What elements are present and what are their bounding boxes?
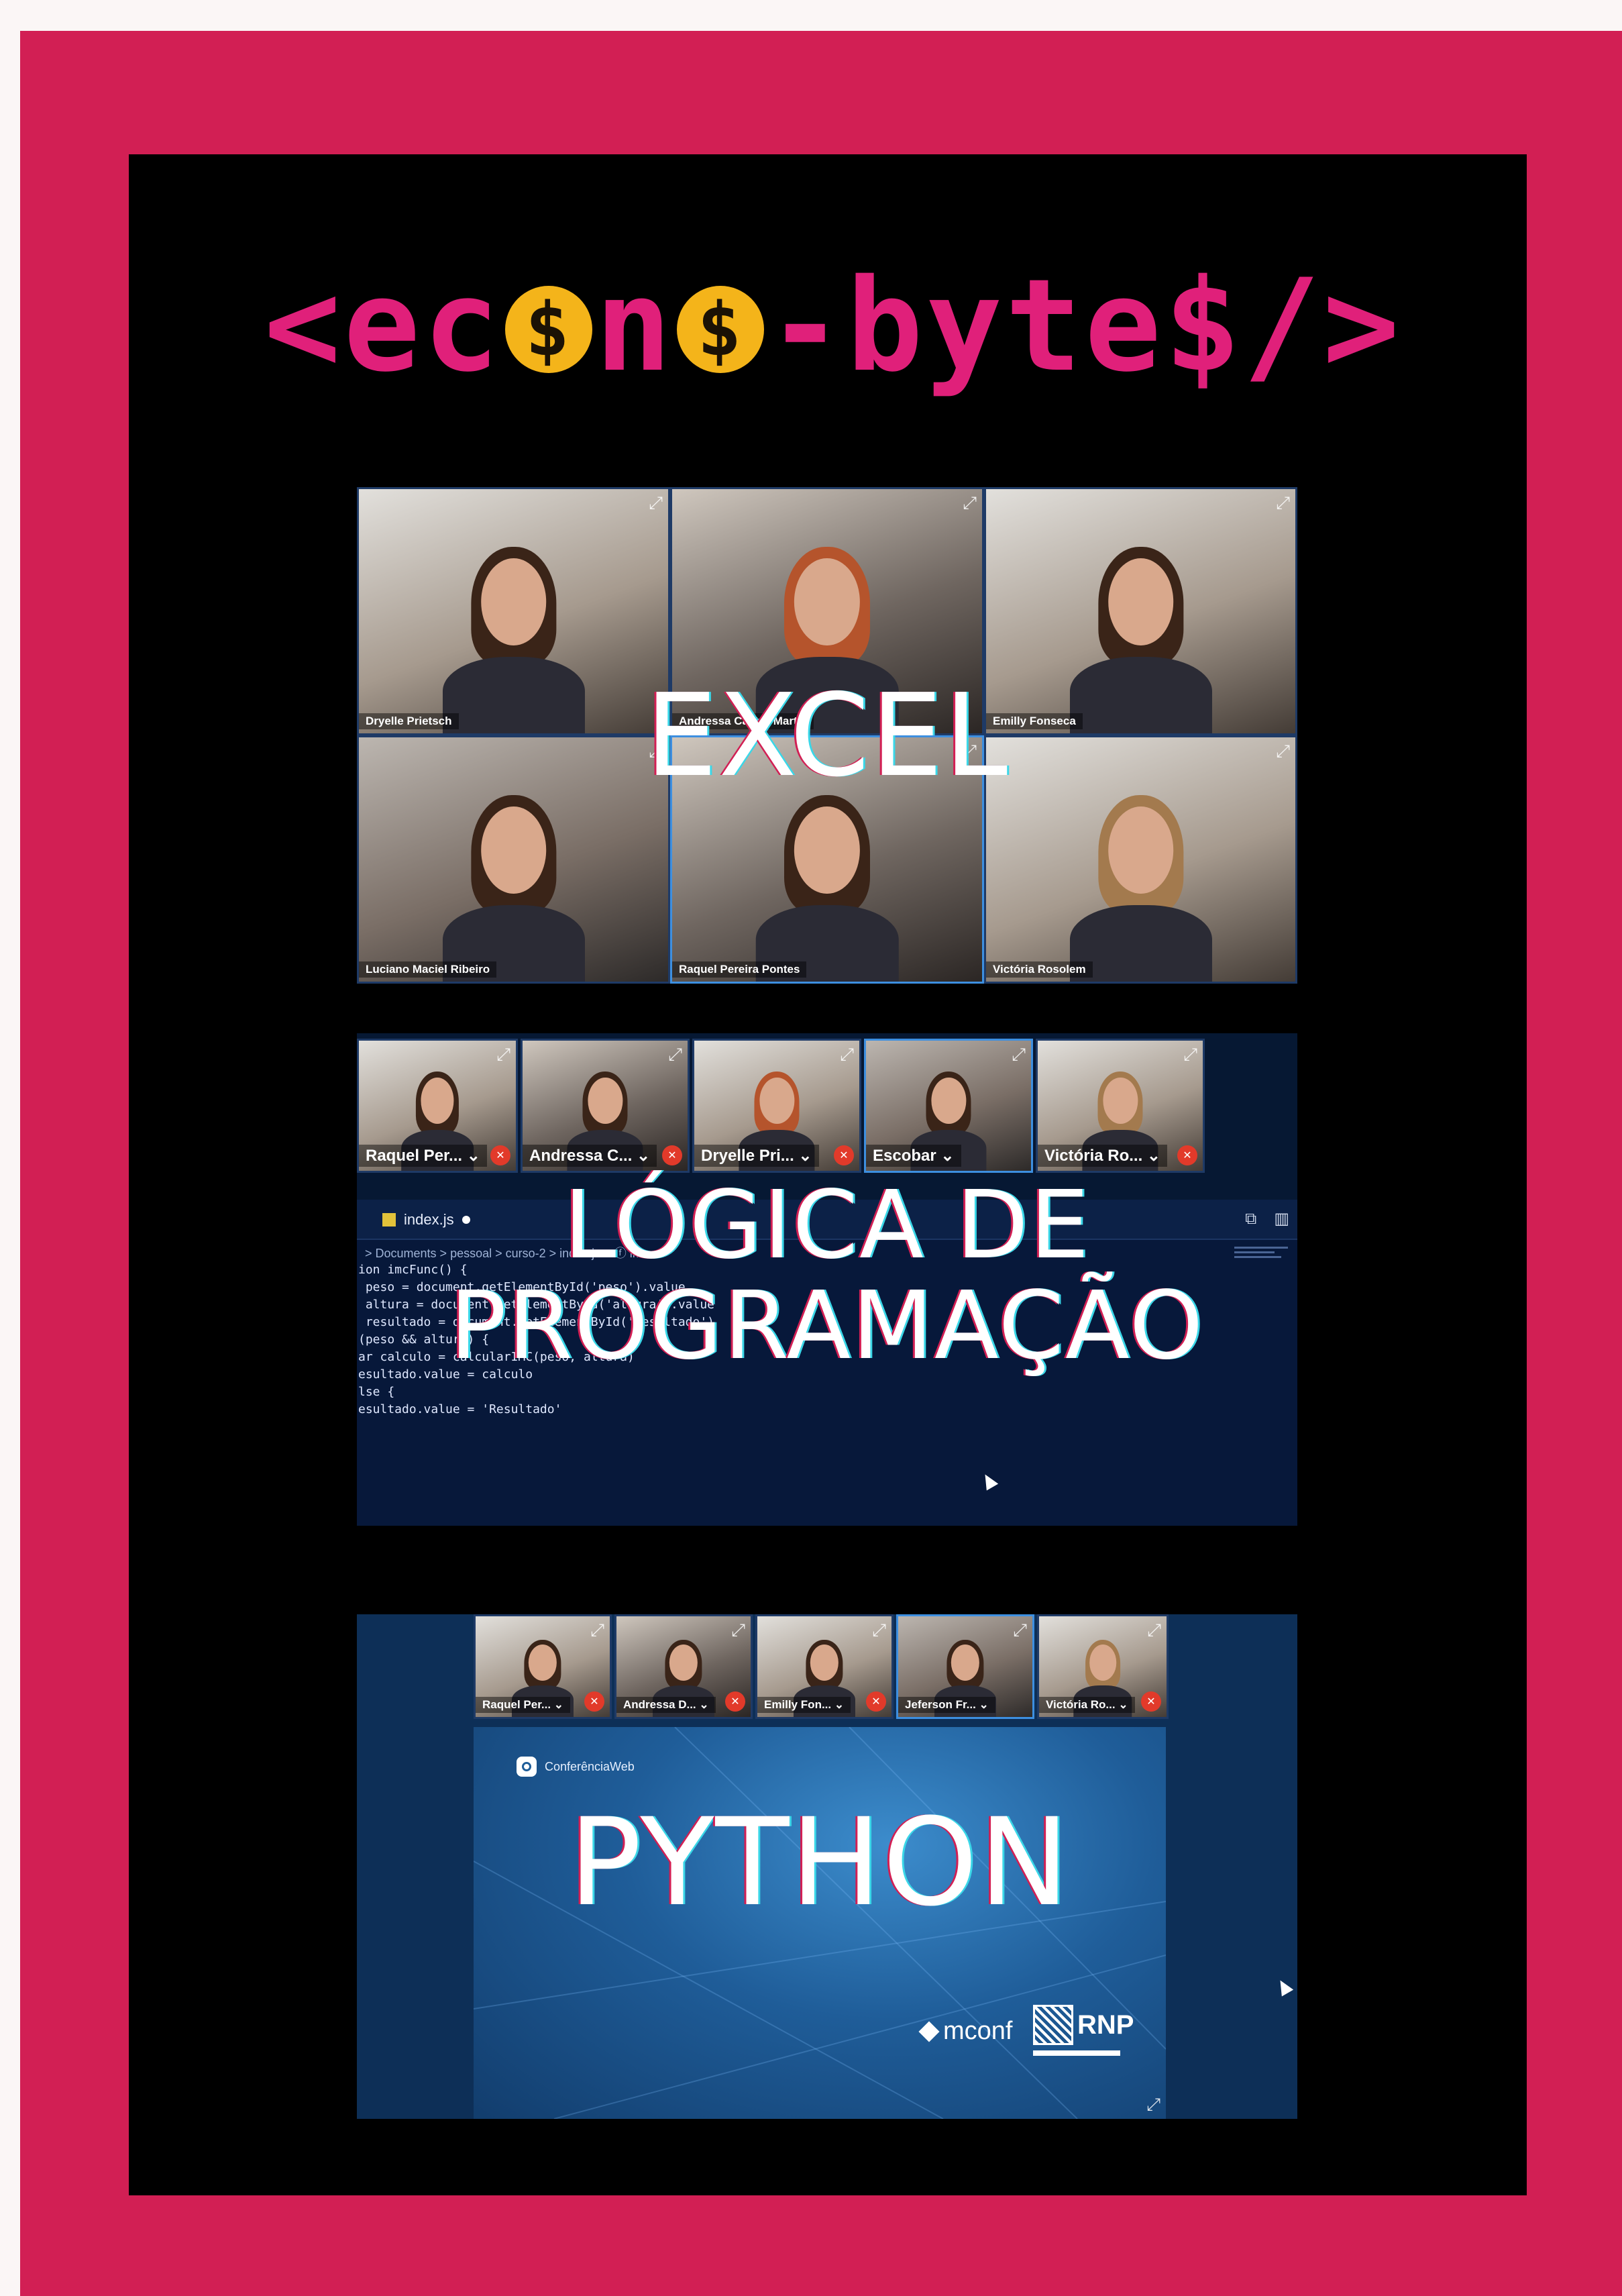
expand-icon[interactable]: ⤢ xyxy=(496,1046,510,1063)
section-title-logic-line1: LÓGICA DE xyxy=(563,1171,1091,1280)
coin-o-icon: $ xyxy=(504,286,592,373)
section-title-logic-line2: PROGRAMAÇÃO xyxy=(449,1271,1205,1381)
econo-bytes-logo: <ec $ n $ -byte$/> xyxy=(236,245,1430,406)
logo-text-start: <ec xyxy=(264,251,502,400)
participant-name: Emilly Fon... ⌄ xyxy=(757,1697,851,1713)
conferenciaweb-logo-icon xyxy=(517,1757,537,1777)
mouse-pointer-icon xyxy=(1274,1977,1294,1997)
microphone-muted-icon[interactable]: ✕ xyxy=(662,1145,682,1165)
microphone-muted-icon[interactable]: ✕ xyxy=(834,1145,854,1165)
microphone-muted-icon[interactable]: ✕ xyxy=(866,1691,886,1712)
expand-icon[interactable]: ⤢ xyxy=(872,1622,886,1639)
expand-icon[interactable]: ⤢ xyxy=(1147,1622,1161,1639)
rnp-underline xyxy=(1033,2050,1120,2056)
logic-meeting-screenshot: ⤢ Raquel Per... ⌄ ✕ ⤢ Andressa C... ⌄ ✕ … xyxy=(357,1033,1297,1526)
expand-icon[interactable]: ⤢ xyxy=(590,1622,604,1639)
rnp-emblem-icon xyxy=(1033,2005,1073,2045)
expand-icon[interactable]: ⤢ xyxy=(1276,494,1290,512)
participant-name: Luciano Maciel Ribeiro xyxy=(359,961,497,978)
fullscreen-icon[interactable]: ⤢ xyxy=(1146,2096,1160,2114)
expand-icon[interactable]: ⤢ xyxy=(668,1046,682,1063)
logo-text-middle: n xyxy=(594,251,675,400)
participant-name: Victória Ro... ⌄ xyxy=(1038,1145,1168,1167)
participant-name: Dryelle Pri... ⌄ xyxy=(694,1145,819,1167)
mconf-cube-icon xyxy=(918,2020,940,2042)
section-title-excel: EXCEL xyxy=(645,670,1010,802)
participant-name: Andressa C... ⌄ xyxy=(523,1145,657,1167)
video-tile[interactable]: ⤢ Andressa D... ⌄ ✕ xyxy=(614,1614,753,1719)
video-tile-active-speaker[interactable]: ⤢ Escobar ⌄ xyxy=(864,1039,1033,1173)
video-tile[interactable]: ⤢ Dryelle Pri... ⌄ ✕ xyxy=(692,1039,861,1173)
rnp-logo: RNP xyxy=(1033,2005,1134,2045)
participant-name: Andressa D... ⌄ xyxy=(616,1697,716,1713)
video-tile[interactable]: ⤢ Raquel Per... ⌄ ✕ xyxy=(474,1614,612,1719)
video-tile[interactable]: ⤢ Victória Ro... ⌄ ✕ xyxy=(1037,1614,1169,1719)
mconf-label: mconf xyxy=(943,2017,1013,2045)
presentation-slide[interactable]: ConferênciaWeb mconf RNP ⤢ PYTHON xyxy=(474,1727,1166,2119)
mconf-logo: mconf xyxy=(918,2017,1013,2046)
expand-icon[interactable]: ⤢ xyxy=(1183,1046,1197,1063)
participant-name: Raquel Per... ⌄ xyxy=(476,1697,571,1713)
logo-text-end: -byte$/> xyxy=(767,251,1403,400)
section-title-logic: LÓGICA DE PROGRAMAÇÃO xyxy=(357,1176,1297,1377)
mouse-pointer-icon xyxy=(979,1471,999,1491)
expand-icon[interactable]: ⤢ xyxy=(1012,1046,1026,1063)
participant-name: Victória Ro... ⌄ xyxy=(1039,1697,1135,1713)
participant-name: Raquel Per... ⌄ xyxy=(359,1145,487,1167)
microphone-muted-icon[interactable]: ✕ xyxy=(1177,1145,1197,1165)
section-title-python: PYTHON xyxy=(568,1793,1071,1933)
video-tile[interactable]: ⤢ Andressa C... ⌄ ✕ xyxy=(521,1039,690,1173)
code-line: esultado.value = 'Resultado' xyxy=(358,1402,562,1416)
expand-icon[interactable]: ⤢ xyxy=(1013,1622,1027,1639)
video-tile-active-speaker[interactable]: ⤢ Jeferson Fr... ⌄ xyxy=(896,1614,1034,1719)
microphone-muted-icon[interactable]: ✕ xyxy=(490,1145,510,1165)
participant-name: Escobar ⌄ xyxy=(866,1145,961,1167)
microphone-muted-icon[interactable]: ✕ xyxy=(1141,1691,1161,1712)
video-tile[interactable]: ⤢ Emilly Fon... ⌄ ✕ xyxy=(755,1614,894,1719)
python-meeting-screenshot: ⤢ Raquel Per... ⌄ ✕ ⤢ Andressa D... ⌄ ✕ … xyxy=(357,1614,1297,2119)
microphone-muted-icon[interactable]: ✕ xyxy=(584,1691,604,1712)
participant-name: Victória Rosolem xyxy=(986,961,1093,978)
expand-icon[interactable]: ⤢ xyxy=(649,494,663,512)
participant-video xyxy=(1069,791,1212,982)
rnp-label: RNP xyxy=(1077,2010,1134,2040)
coin-o-icon: $ xyxy=(677,286,765,373)
video-tile[interactable]: ⤢ Victória Ro... ⌄ ✕ xyxy=(1036,1039,1205,1173)
expand-icon[interactable]: ⤢ xyxy=(731,1622,745,1639)
participant-name: Raquel Pereira Pontes xyxy=(672,961,807,978)
code-line: lse { xyxy=(358,1385,395,1399)
video-tile[interactable]: ⤢ Raquel Per... ⌄ ✕ xyxy=(357,1039,518,1173)
conferenciaweb-label: ConferênciaWeb xyxy=(545,1759,635,1773)
expand-icon[interactable]: ⤢ xyxy=(840,1046,854,1063)
microphone-muted-icon[interactable]: ✕ xyxy=(725,1691,745,1712)
conferenciaweb-brand: ConferênciaWeb xyxy=(517,1757,635,1777)
participant-video xyxy=(755,791,899,982)
expand-icon[interactable]: ⤢ xyxy=(963,494,977,512)
participant-video xyxy=(442,791,585,982)
excel-meeting-screenshot: ⤢ Dryelle Prietsch ⤢ Andressa Castro Mar… xyxy=(357,487,1297,984)
participant-name: Jeferson Fr... ⌄ xyxy=(898,1697,995,1713)
poster-panel: <ec $ n $ -byte$/> ⤢ Dryelle Prietsch ⤢ Andr… xyxy=(129,154,1527,2195)
